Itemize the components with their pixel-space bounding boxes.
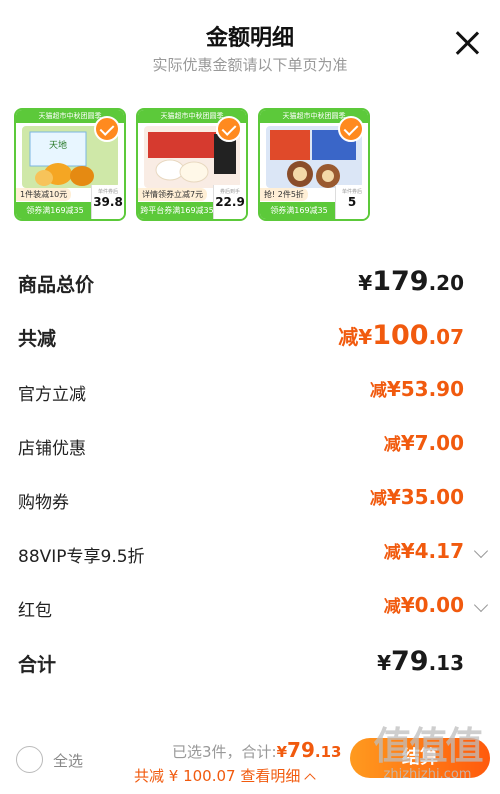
row-value: 减¥4.17 <box>383 539 464 563</box>
row-official-discount: 官方立减 减¥53.90 <box>18 376 482 410</box>
row-label: 共减 <box>18 328 57 350</box>
row-label: 店铺优惠 <box>18 439 86 459</box>
page-title: 金额明细 <box>205 26 294 51</box>
row-value: 减¥35.00 <box>369 485 464 509</box>
product-thumb[interactable]: 天猫超市中秋团圆季 详情领券立减7元 跨平台券满169减35 券后到手 22.9 <box>136 108 248 221</box>
thumb-tag: 详情领券立减7元 <box>138 188 208 201</box>
checkout-button[interactable]: 结算 <box>350 738 490 778</box>
thumb-price: 单件券后 5 <box>335 185 368 219</box>
close-icon[interactable] <box>454 30 480 56</box>
row-label: 88VIP专享9.5折 <box>18 547 145 567</box>
thumb-coupon: 领券满169减35 <box>16 202 94 219</box>
thumb-price: 单件券后 39.8 <box>91 185 124 219</box>
row-label: 官方立减 <box>18 385 86 405</box>
product-thumbnails: 天猫超市中秋团圆季 天地 1件装减10元 领券满169减35 单件券后 39.8… <box>14 108 370 223</box>
header: 金额明细 实际优惠金额请以下单页为准 <box>0 0 500 90</box>
chevron-down-icon[interactable] <box>473 543 489 559</box>
row-value: 减¥7.00 <box>383 431 464 455</box>
selected-check-icon[interactable] <box>216 116 242 142</box>
selected-check-icon[interactable] <box>338 116 364 142</box>
thumb-tag: 1件装减10元 <box>16 188 72 201</box>
select-all-radio[interactable] <box>16 746 43 773</box>
row-value: 减¥100.07 <box>338 320 464 351</box>
row-shopping-voucher: 购物券 减¥35.00 <box>18 484 482 518</box>
thumb-price: 券后到手 22.9 <box>213 185 246 219</box>
row-label: 红包 <box>18 601 52 621</box>
product-thumb[interactable]: 天猫超市中秋团圆季 天地 1件装减10元 领券满169减35 单件券后 39.8 <box>14 108 126 221</box>
thumb-tag: 抢! 2件5折 <box>260 188 308 201</box>
row-value: ¥179.20 <box>358 266 464 297</box>
row-total-reduction: 共减 减¥100.07 <box>18 320 482 354</box>
thumb-coupon: 跨平台券满169减35 <box>138 202 216 219</box>
row-subtotal: 合计 ¥79.13 <box>18 646 482 680</box>
view-details-link[interactable]: 共减 ¥ 100.07 查看明细 <box>134 765 317 786</box>
row-total-price: 商品总价 ¥179.20 <box>18 266 482 300</box>
checkout-bar: 全选 已选3件，合计:¥79.13 共减 ¥ 100.07 查看明细 结算 <box>0 718 500 794</box>
row-store-discount: 店铺优惠 减¥7.00 <box>18 430 482 464</box>
row-label: 合计 <box>18 654 57 676</box>
svg-text:天地: 天地 <box>49 139 67 151</box>
row-88vip-discount[interactable]: 88VIP专享9.5折 减¥4.17 <box>18 538 489 572</box>
chevron-up-icon <box>304 773 317 785</box>
chevron-down-icon[interactable] <box>473 597 489 613</box>
selected-check-icon[interactable] <box>94 116 120 142</box>
row-red-packet[interactable]: 红包 减¥0.00 <box>18 592 489 626</box>
select-all-label[interactable]: 全选 <box>53 750 83 771</box>
row-label: 商品总价 <box>18 274 95 296</box>
product-thumb[interactable]: 天猫超市中秋团圆季 抢! 2件5折 领券满169减35 单件券后 5 <box>258 108 370 221</box>
row-value: 减¥53.90 <box>369 377 464 401</box>
selected-summary: 已选3件，合计:¥79.13 <box>172 738 342 762</box>
page-subtitle: 实际优惠金额请以下单页为准 <box>152 56 348 74</box>
row-label: 购物券 <box>18 493 69 513</box>
thumb-coupon: 领券满169减35 <box>260 202 338 219</box>
row-value: ¥79.13 <box>377 646 464 677</box>
row-value: 减¥0.00 <box>383 593 464 617</box>
